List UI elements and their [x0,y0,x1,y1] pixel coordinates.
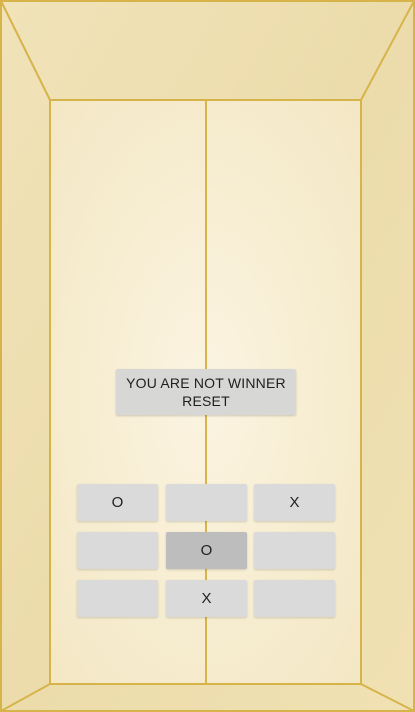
status-message: YOU ARE NOT WINNER [126,375,286,391]
reset-label: RESET [182,393,230,409]
board-cell-0[interactable]: O [77,484,158,521]
board-cell-8[interactable] [254,580,335,617]
board-cell-5[interactable] [254,532,335,569]
board-cell-3[interactable] [77,532,158,569]
status-reset-button[interactable]: YOU ARE NOT WINNER RESET [116,369,296,415]
board-cell-7[interactable]: X [166,580,247,617]
board-cell-2[interactable]: X [254,484,335,521]
board-cell-6[interactable] [77,580,158,617]
board-cell-1[interactable] [166,484,247,521]
board-cell-4[interactable]: O [166,532,247,569]
